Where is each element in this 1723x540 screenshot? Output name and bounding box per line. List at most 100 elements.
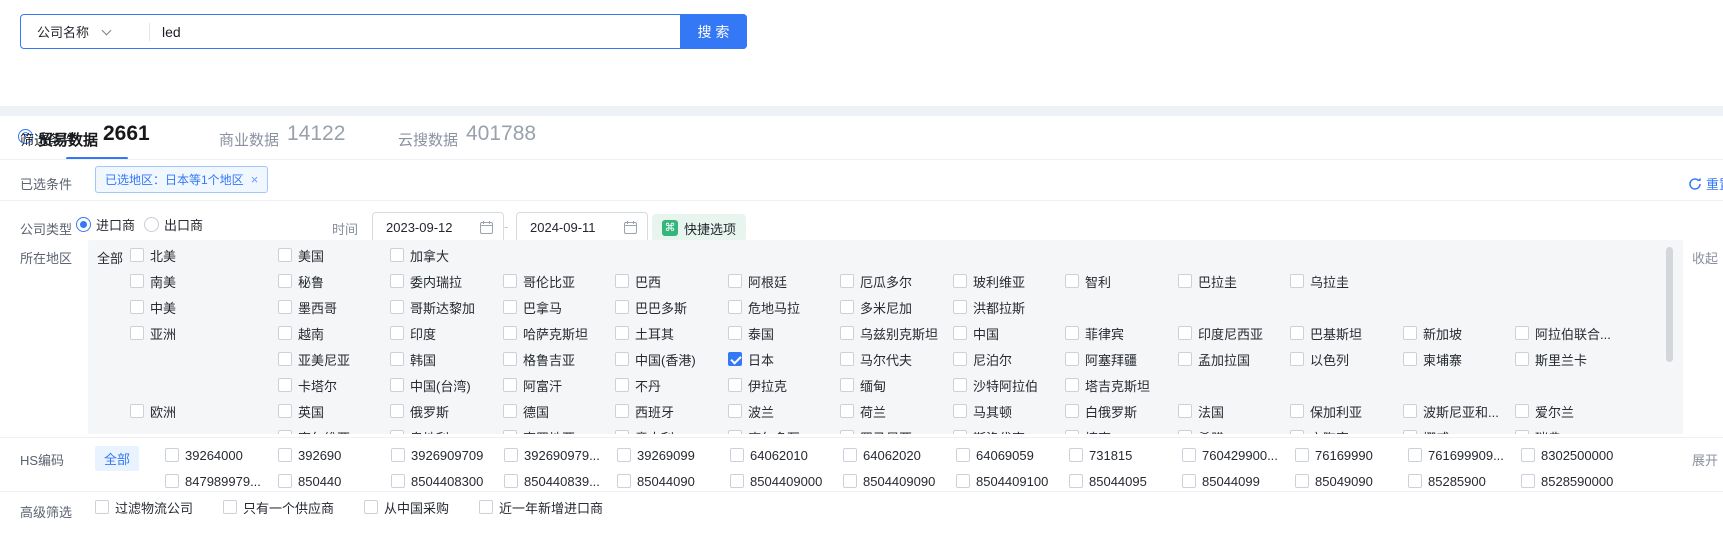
country-白俄罗斯[interactable]: 白俄罗斯 bbox=[1065, 403, 1137, 419]
country-乌兹别克斯坦[interactable]: 乌兹别克斯坦 bbox=[840, 325, 938, 341]
checkbox-unchecked-icon[interactable] bbox=[278, 352, 292, 366]
country-巴拿马[interactable]: 巴拿马 bbox=[503, 299, 562, 315]
expand-button[interactable]: 展开 bbox=[1692, 450, 1718, 469]
country-斯洛伐克[interactable]: 斯洛伐克 bbox=[953, 429, 1025, 434]
checkbox-unchecked-icon[interactable] bbox=[840, 274, 854, 288]
checkbox-unchecked-icon[interactable] bbox=[278, 404, 292, 418]
checkbox-unchecked-icon[interactable] bbox=[953, 274, 967, 288]
country-格鲁吉亚[interactable]: 格鲁吉亚 bbox=[503, 351, 575, 367]
tab-business-count[interactable]: 14122 bbox=[287, 122, 345, 146]
tab-trade-count[interactable]: 2661 bbox=[103, 122, 150, 146]
country-罗马尼亚[interactable]: 罗马尼亚 bbox=[840, 429, 912, 434]
checkbox-unchecked-icon[interactable] bbox=[1515, 430, 1529, 434]
checkbox-unchecked-icon[interactable] bbox=[503, 326, 517, 340]
tab-business-data[interactable]: 商业数据 bbox=[219, 129, 279, 150]
country-厄瓜多尔[interactable]: 厄瓜多尔 bbox=[840, 273, 912, 289]
country-阿根廷[interactable]: 阿根廷 bbox=[728, 273, 787, 289]
tab-cloud-data[interactable]: 云搜数据 bbox=[398, 129, 458, 150]
selected-region-tag[interactable]: 已选地区：日本等1个地区 × bbox=[95, 166, 268, 193]
region-all-link[interactable]: 全部 bbox=[97, 248, 123, 267]
checkbox-unchecked-icon[interactable] bbox=[1065, 404, 1079, 418]
country-洪都拉斯[interactable]: 洪都拉斯 bbox=[953, 299, 1025, 315]
country-韩国[interactable]: 韩国 bbox=[390, 351, 436, 367]
hs-code-64069059[interactable]: 64069059 bbox=[956, 447, 1034, 463]
checkbox-unchecked-icon[interactable] bbox=[95, 500, 109, 514]
checkbox-unchecked-icon[interactable] bbox=[390, 430, 404, 434]
country-保加利亚[interactable]: 保加利亚 bbox=[1290, 403, 1362, 419]
country-阿塞拜疆[interactable]: 阿塞拜疆 bbox=[1065, 351, 1137, 367]
hs-code-8504409100[interactable]: 8504409100 bbox=[956, 473, 1048, 489]
country-塔吉克斯坦[interactable]: 塔吉克斯坦 bbox=[1065, 377, 1150, 393]
country-伊拉克[interactable]: 伊拉克 bbox=[728, 377, 787, 393]
country-马尔代夫[interactable]: 马尔代夫 bbox=[840, 351, 912, 367]
country-日本[interactable]: 日本 bbox=[728, 351, 774, 367]
checkbox-unchecked-icon[interactable] bbox=[840, 430, 854, 434]
country-亚美尼亚[interactable]: 亚美尼亚 bbox=[278, 351, 350, 367]
checkbox-unchecked-icon[interactable] bbox=[728, 430, 742, 434]
country-波兰[interactable]: 波兰 bbox=[728, 403, 774, 419]
country-加拿大[interactable]: 加拿大 bbox=[390, 247, 449, 263]
checkbox-unchecked-icon[interactable] bbox=[1178, 352, 1192, 366]
checkbox-unchecked-icon[interactable] bbox=[843, 448, 857, 462]
country-危地马拉[interactable]: 危地马拉 bbox=[728, 299, 800, 315]
country-俄罗斯[interactable]: 俄罗斯 bbox=[390, 403, 449, 419]
country-克罗地亚[interactable]: 克罗地亚 bbox=[503, 429, 575, 434]
region-group-北美[interactable]: 北美 bbox=[130, 247, 176, 263]
country-斯里兰卡[interactable]: 斯里兰卡 bbox=[1515, 351, 1587, 367]
country-阿富汗[interactable]: 阿富汗 bbox=[503, 377, 562, 393]
country-阿拉伯联合...[interactable]: 阿拉伯联合... bbox=[1515, 325, 1611, 341]
search-input[interactable] bbox=[150, 15, 680, 48]
country-尼泊尔[interactable]: 尼泊尔 bbox=[953, 351, 1012, 367]
country-哈萨克斯坦[interactable]: 哈萨克斯坦 bbox=[503, 325, 588, 341]
tab-cloud-count[interactable]: 401788 bbox=[466, 122, 536, 146]
checkbox-unchecked-icon[interactable] bbox=[503, 352, 517, 366]
country-巴西[interactable]: 巴西 bbox=[615, 273, 661, 289]
country-瑞典[interactable]: 瑞典 bbox=[1515, 429, 1561, 434]
advanced-option-从中国采购[interactable]: 从中国采购 bbox=[364, 499, 449, 515]
hs-code-39264000[interactable]: 39264000 bbox=[165, 447, 243, 463]
hs-code-64062020[interactable]: 64062020 bbox=[843, 447, 921, 463]
country-摩尔多瓦[interactable]: 摩尔多瓦 bbox=[728, 429, 800, 434]
country-西班牙[interactable]: 西班牙 bbox=[615, 403, 674, 419]
country-塞尔维亚[interactable]: 塞尔维亚 bbox=[278, 429, 350, 434]
checkbox-unchecked-icon[interactable] bbox=[278, 300, 292, 314]
checkbox-unchecked-icon[interactable] bbox=[1178, 274, 1192, 288]
hs-code-85044095[interactable]: 85044095 bbox=[1069, 473, 1147, 489]
checkbox-unchecked-icon[interactable] bbox=[1065, 378, 1079, 392]
checkbox-unchecked-icon[interactable] bbox=[278, 326, 292, 340]
checkbox-unchecked-icon[interactable] bbox=[503, 404, 517, 418]
country-缅甸[interactable]: 缅甸 bbox=[840, 377, 886, 393]
hs-code-850440839...[interactable]: 850440839... bbox=[504, 473, 600, 489]
country-印度[interactable]: 印度 bbox=[390, 325, 436, 341]
hs-code-85049090[interactable]: 85049090 bbox=[1295, 473, 1373, 489]
advanced-option-过滤物流公司[interactable]: 过滤物流公司 bbox=[95, 499, 193, 515]
quick-options-button[interactable]: ⌘ 快捷选项 bbox=[652, 214, 746, 242]
country-印度尼西亚[interactable]: 印度尼西亚 bbox=[1178, 325, 1263, 341]
country-不丹[interactable]: 不丹 bbox=[615, 377, 661, 393]
checkbox-unchecked-icon[interactable] bbox=[1065, 274, 1079, 288]
checkbox-unchecked-icon[interactable] bbox=[730, 448, 744, 462]
checkbox-unchecked-icon[interactable] bbox=[1069, 448, 1083, 462]
checkbox-unchecked-icon[interactable] bbox=[504, 474, 518, 488]
checkbox-unchecked-icon[interactable] bbox=[617, 448, 631, 462]
country-菲律宾[interactable]: 菲律宾 bbox=[1065, 325, 1124, 341]
checkbox-unchecked-icon[interactable] bbox=[956, 474, 970, 488]
country-孟加拉国[interactable]: 孟加拉国 bbox=[1178, 351, 1250, 367]
hs-code-85044090[interactable]: 85044090 bbox=[617, 473, 695, 489]
hs-code-8504408300[interactable]: 8504408300 bbox=[391, 473, 483, 489]
country-乌拉圭[interactable]: 乌拉圭 bbox=[1290, 273, 1349, 289]
checkbox-unchecked-icon[interactable] bbox=[728, 326, 742, 340]
country-捷克[interactable]: 捷克 bbox=[1065, 429, 1111, 434]
checkbox-unchecked-icon[interactable] bbox=[1403, 352, 1417, 366]
hs-all-link[interactable]: 全部 bbox=[95, 446, 139, 471]
checkbox-unchecked-icon[interactable] bbox=[390, 404, 404, 418]
checkbox-unchecked-icon[interactable] bbox=[1182, 474, 1196, 488]
country-意大利[interactable]: 意大利 bbox=[615, 429, 674, 434]
checkbox-unchecked-icon[interactable] bbox=[1295, 448, 1309, 462]
country-多米尼加[interactable]: 多米尼加 bbox=[840, 299, 912, 315]
checkbox-unchecked-icon[interactable] bbox=[728, 300, 742, 314]
region-group-南美[interactable]: 南美 bbox=[130, 273, 176, 289]
country-奥地利[interactable]: 奥地利 bbox=[390, 429, 449, 434]
checkbox-unchecked-icon[interactable] bbox=[278, 474, 292, 488]
region-group-欧洲[interactable]: 欧洲 bbox=[130, 403, 176, 419]
